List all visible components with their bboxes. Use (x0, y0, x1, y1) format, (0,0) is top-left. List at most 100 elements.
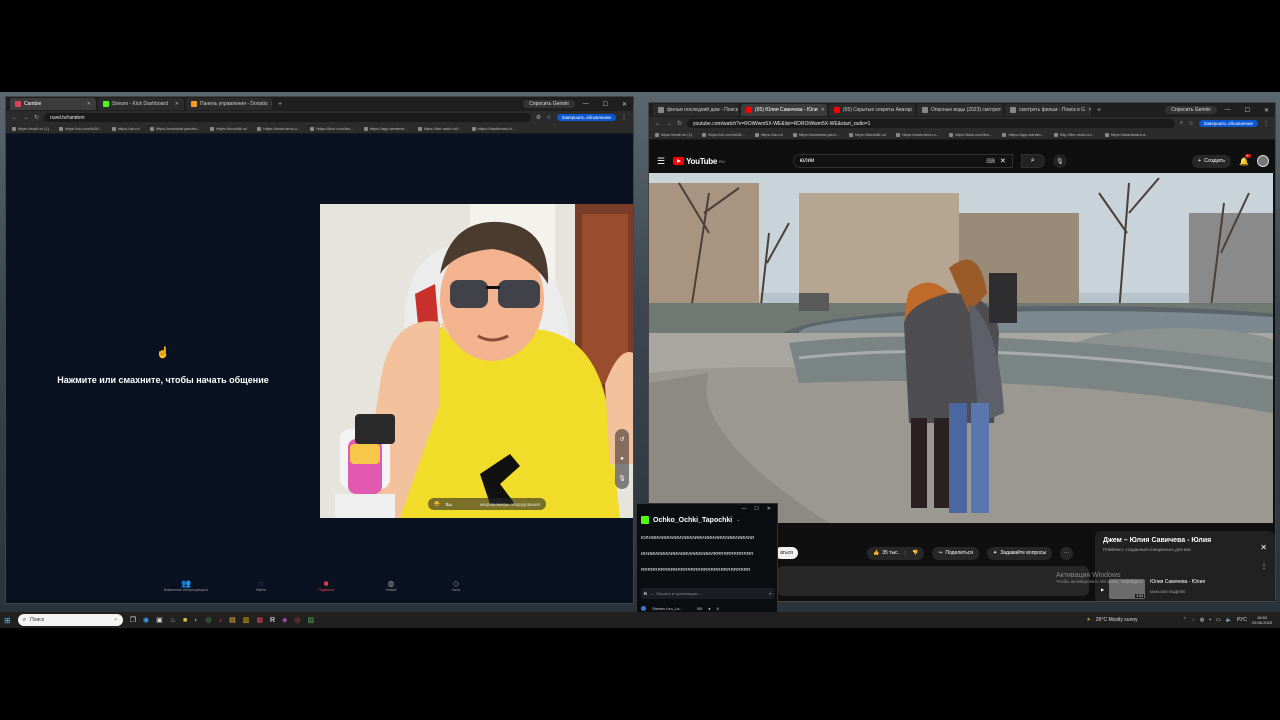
tab-kick-dashboard[interactable]: Stream - Kick Dashboard ✕ (98, 98, 184, 110)
send-icon[interactable]: ➤ (769, 591, 772, 596)
close-icon[interactable]: ✕ (175, 101, 179, 107)
app-icon[interactable]: ▦ (256, 616, 263, 624)
task-view-icon[interactable]: ❐ (130, 616, 136, 624)
chevron-down-icon[interactable]: ⌄ (650, 591, 653, 596)
tray-app-icon[interactable]: ◌ (1192, 617, 1195, 623)
address-bar[interactable]: ruvel.tv/random (44, 113, 531, 122)
bookmark-item[interactable]: https://kinoblik.ru/ (210, 126, 247, 131)
tray-app-icon[interactable]: ▪ (1209, 617, 1211, 623)
app-icon[interactable]: ■ (183, 617, 187, 624)
tab-cambie[interactable]: Cambie ✕ (10, 98, 96, 110)
nav-new[interactable]: ◍ Новый (371, 579, 411, 603)
clear-search-icon[interactable]: ✕ (1000, 157, 1006, 165)
windows-start-icon[interactable]: ⊞ (4, 616, 11, 625)
search-input[interactable]: юлии (800, 158, 815, 164)
taskbar-search[interactable]: ⌕ Поиск ✦ (17, 614, 123, 626)
extensions-icon[interactable]: ⚙ (536, 114, 541, 121)
close-icon[interactable]: ✕ (1088, 107, 1091, 113)
folder-icon[interactable]: ▤ (229, 616, 236, 624)
bookmark-item[interactable]: https://ok.ru/ (754, 132, 783, 137)
bookmark-star-icon[interactable]: ☆ (546, 114, 551, 121)
minimize-icon[interactable]: — (1219, 107, 1237, 113)
more-actions-button[interactable]: ⋯ (1060, 546, 1074, 560)
dislike-button[interactable]: 👎 (906, 550, 924, 556)
keyboard-icon[interactable]: ⌨ (986, 158, 995, 165)
close-icon[interactable]: ✕ (87, 101, 91, 107)
chevron-down-icon[interactable]: ⌄ (736, 517, 740, 523)
bookmark-item[interactable]: https://mail.ru/ (1) (12, 126, 49, 131)
bookmark-item[interactable]: https://wordstat.yand... (792, 132, 839, 137)
minimize-icon[interactable]: — (741, 506, 746, 512)
bookmark-item[interactable]: https://wordstat.yandex... (149, 126, 200, 131)
forward-icon[interactable]: → (23, 115, 29, 121)
edge-icon[interactable]: ◉ (143, 616, 149, 624)
forward-icon[interactable]: → (666, 121, 672, 127)
steam-icon[interactable]: ♨ (170, 616, 176, 624)
search-box[interactable]: юлии ⌨ ✕ (792, 154, 1013, 168)
like-button[interactable]: 👍 35 тыс. (867, 550, 906, 556)
playlist-menu-icon[interactable]: ⋮ (1261, 563, 1267, 570)
chrome-icon[interactable]: ◎ (294, 616, 300, 624)
bookmark-item[interactable]: https://vk.com/id18... (59, 126, 102, 131)
tab-dangerous-waters[interactable]: Опасные воды (2023) смотрет✕ (917, 104, 1003, 116)
bookmark-item[interactable]: https://www.temu.c... (257, 126, 300, 131)
chat-input[interactable]: Пишите в трансляцию... (656, 591, 701, 596)
close-icon[interactable]: ✕ (271, 101, 272, 107)
finish-update-button[interactable]: Завершить обновление (556, 114, 616, 121)
bookmark-item[interactable]: https://app.wanteve... (363, 126, 408, 131)
ask-button[interactable]: ✦ Задавайте вопросы (987, 546, 1053, 560)
language-indicator[interactable]: РУС (1237, 617, 1247, 623)
close-icon[interactable]: ✕ (821, 107, 825, 113)
maximize-icon[interactable]: ☐ (1239, 107, 1256, 114)
nav-interests[interactable]: 👥 Изменение интересующего (156, 579, 216, 603)
back-icon[interactable]: ← (12, 115, 18, 121)
tray-arrow-icon[interactable]: ⌃ (1183, 617, 1187, 623)
app-icon[interactable]: ◈ (282, 616, 287, 624)
bookmark-item[interactable]: https://kick.com/leo... (949, 132, 992, 137)
reload-icon[interactable]: ↻ (34, 114, 39, 121)
avatar[interactable] (1257, 155, 1269, 167)
create-button[interactable]: + Создать (1191, 154, 1232, 168)
window-close-icon[interactable]: ✕ (616, 101, 633, 108)
chrome-icon[interactable]: ◎ (205, 616, 211, 624)
app-icon[interactable]: R (270, 617, 275, 624)
bookmark-item[interactable]: https://vk.com/id18... (702, 132, 745, 137)
stream-name[interactable]: Stream Leo_La... (652, 606, 683, 611)
nav-chats[interactable]: ◇ Чаты (436, 579, 476, 603)
hamburger-menu-icon[interactable]: ☰ (657, 156, 665, 167)
taskbar-search-input[interactable]: Поиск (30, 617, 44, 623)
store-icon[interactable]: ▣ (156, 616, 163, 624)
clock[interactable]: 16:53 29.06.2025 (1252, 615, 1272, 625)
network-icon[interactable]: ▭ (1216, 617, 1221, 623)
start-chat-area[interactable]: ☝ Нажмите или смахните, чтобы начать общ… (6, 134, 320, 514)
finish-update-button[interactable]: Завершить обновление (1198, 120, 1258, 127)
bookmark-item[interactable]: https://mail.ru/ (1) (655, 132, 692, 137)
menu-dots-icon[interactable]: ⋮ (621, 114, 627, 121)
window-close-icon[interactable]: ✕ (767, 506, 771, 512)
nav-subscription[interactable]: ■ Подписка (306, 579, 346, 603)
maximize-icon[interactable]: ☐ (754, 506, 758, 512)
bookmark-item[interactable]: https://kinobilk.ru/ (849, 132, 886, 137)
app-icon[interactable]: ▨ (308, 616, 315, 624)
bookmark-item[interactable]: https://www.temu.c... (896, 132, 939, 137)
record-dot-icon[interactable]: ● (620, 456, 624, 462)
mic-icon[interactable]: 🎙 (618, 475, 626, 482)
subscribe-button[interactable]: аться (775, 547, 798, 559)
bookmark-star-icon[interactable]: ☆ (1188, 120, 1193, 127)
minimize-icon[interactable]: — (577, 101, 595, 107)
app-icon[interactable]: ▥ (243, 616, 250, 624)
window-close-icon[interactable]: ✕ (1258, 107, 1275, 114)
tab-search-film[interactable]: фильм последний дом - Поиск✕ (653, 104, 739, 116)
volume-icon[interactable]: 🔈 (1226, 617, 1232, 623)
youtube-logo[interactable]: YouTube RU (673, 157, 725, 166)
bookmark-item[interactable]: http://the-radio.ru/... (1053, 132, 1095, 137)
gemini-button[interactable]: Спросить Gemini (1165, 106, 1217, 114)
bookmark-item[interactable]: https://the-radio.ru/l... (417, 126, 462, 131)
maximize-icon[interactable]: ☐ (597, 101, 614, 108)
nav-find[interactable]: ◌ Найти (241, 579, 281, 603)
gemini-button[interactable]: Спросить Gemini (523, 100, 575, 108)
chat-channel-name[interactable]: Ochko_Ochki_Tapochki (653, 517, 732, 524)
voice-search-button[interactable]: 🎙 (1052, 154, 1067, 168)
playlist-title[interactable]: Джем – Юлия Савичева - Юлия (1103, 537, 1267, 544)
menu-dots-icon[interactable]: ⋮ (1263, 120, 1269, 127)
